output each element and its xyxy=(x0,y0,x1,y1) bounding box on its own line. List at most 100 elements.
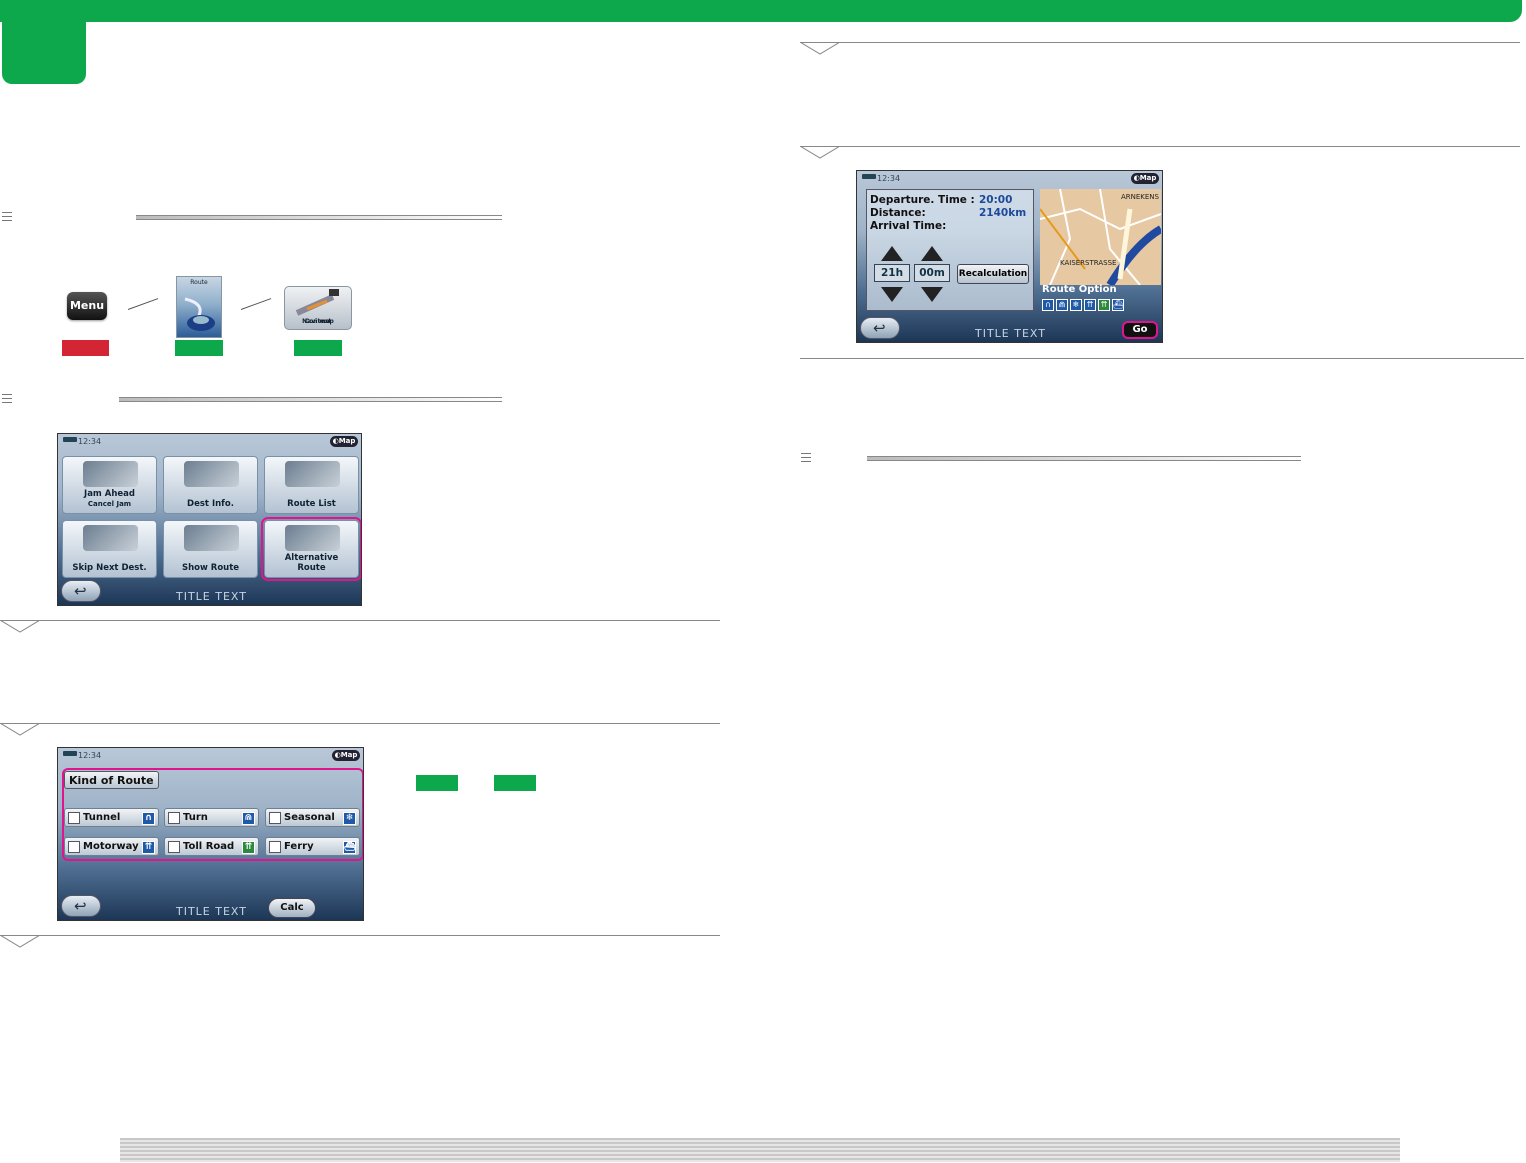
hours-down-arrow[interactable] xyxy=(881,287,903,302)
chevron-down-icon xyxy=(0,620,40,633)
map-flag-icon xyxy=(295,289,339,316)
back-button[interactable] xyxy=(860,317,900,339)
step-rule xyxy=(800,146,1520,147)
map-button[interactable]: ◐Map xyxy=(1131,173,1159,184)
checkbox[interactable] xyxy=(168,841,180,853)
info-flag-icon xyxy=(184,461,239,487)
jam-ahead-button[interactable]: Jam Ahead Cancel Jam xyxy=(62,456,157,514)
navi-label-2: Context xyxy=(304,318,332,325)
step-rule xyxy=(0,620,720,621)
map-button[interactable]: ◐Map xyxy=(332,750,360,761)
route-option-label: Route Option xyxy=(1042,284,1117,295)
ferry-icon: ⛴ xyxy=(343,841,356,854)
tunnel-icon: ∩ xyxy=(142,812,155,825)
list-icon xyxy=(2,394,12,403)
hours-up-arrow[interactable] xyxy=(881,246,903,261)
chevron-down-icon xyxy=(0,723,40,736)
red-marker xyxy=(62,340,109,356)
section-header-menu xyxy=(2,394,502,406)
hours-field[interactable]: 21h xyxy=(874,264,910,282)
motorway-option[interactable]: Motorway ⇈ xyxy=(64,837,159,856)
ferry-option[interactable]: Ferry ⛴ xyxy=(265,837,360,856)
checkbox[interactable] xyxy=(168,812,180,824)
navi-map-context-icon[interactable]: Navi map Context xyxy=(284,286,352,330)
alternative-route-button[interactable]: Alternative Route xyxy=(261,517,361,581)
step-rule xyxy=(800,42,1520,43)
motorway-icon: ⇈ xyxy=(142,841,155,854)
map-button[interactable]: ◐Map xyxy=(330,436,358,447)
battery-icon xyxy=(63,437,77,442)
snowflake-icon: ❄ xyxy=(1070,299,1082,311)
distance-value: 2140km xyxy=(979,207,1027,219)
status-bar: 12:34 xyxy=(58,434,361,448)
kind-of-route-heading: Kind of Route xyxy=(64,771,159,789)
minutes-up-arrow[interactable] xyxy=(921,246,943,261)
map-place-label: ARNEKENS xyxy=(1120,193,1159,201)
turn-icon: ⋒ xyxy=(1056,299,1068,311)
calc-button[interactable]: Calc xyxy=(268,898,316,918)
list-icon xyxy=(801,453,811,462)
departure-value: 20:00 xyxy=(979,194,1013,206)
green-marker xyxy=(294,340,342,356)
menu-button[interactable]: Menu xyxy=(67,292,107,320)
screen-title: TITLE TEXT xyxy=(975,327,1046,340)
checkbox[interactable] xyxy=(269,841,281,853)
screen-title: TITLE TEXT xyxy=(176,905,247,918)
show-route-icon xyxy=(184,525,239,551)
turn-option[interactable]: Turn ⋒ xyxy=(164,808,259,827)
route-option-icons[interactable]: ∩ ⋒ ❄ ⇈ ⇈ ⛴ xyxy=(1042,299,1124,311)
arrow-icon xyxy=(127,298,159,310)
chapter-tab xyxy=(2,0,86,84)
status-bar: 12:34 xyxy=(58,748,363,762)
toll-road-option[interactable]: Toll Road ⇈ xyxy=(164,837,259,856)
step-rule xyxy=(0,935,720,936)
departure-label: Departure. Time : xyxy=(870,194,975,206)
battery-icon xyxy=(63,751,77,756)
section-rule xyxy=(867,456,1301,461)
checkbox[interactable] xyxy=(68,841,80,853)
checkbox[interactable] xyxy=(269,812,281,824)
chevron-down-icon xyxy=(0,935,40,948)
back-button[interactable] xyxy=(61,580,101,602)
list-icon xyxy=(2,212,12,221)
seasonal-option[interactable]: Seasonal ❄ xyxy=(265,808,360,827)
chevron-down-icon xyxy=(800,42,840,55)
section-header-path xyxy=(2,212,502,224)
section-rule xyxy=(119,397,502,402)
green-marker xyxy=(175,340,223,356)
route-map: ARNEKENS KAISERSTRASSE xyxy=(1040,189,1161,285)
go-button[interactable]: Go xyxy=(1122,321,1158,339)
kind-of-route-screen: 12:34 ◐Map Kind of Route Tunnel ∩ Turn ⋒ S… xyxy=(57,747,364,921)
turn-icon: ⋒ xyxy=(242,812,255,825)
car-icon xyxy=(184,297,215,331)
section-rule xyxy=(136,215,502,220)
clock: 12:34 xyxy=(877,174,901,183)
screen-title: TITLE TEXT xyxy=(176,590,247,603)
snowflake-icon: ❄ xyxy=(343,812,356,825)
recalculation-button[interactable]: Recalculation xyxy=(957,264,1029,284)
clock: 12:34 xyxy=(78,751,102,760)
minutes-field[interactable]: 00m xyxy=(914,264,950,282)
route-list-icon xyxy=(285,461,340,487)
skip-next-dest-button[interactable]: Skip Next Dest. xyxy=(62,520,157,578)
section-header-note xyxy=(801,453,1301,465)
checkbox[interactable] xyxy=(68,812,80,824)
footer-bar xyxy=(120,1138,1400,1162)
step-rule xyxy=(0,723,720,724)
clock: 12:34 xyxy=(78,437,102,446)
dest-info-button[interactable]: Dest Info. xyxy=(163,456,258,514)
battery-icon xyxy=(862,174,876,179)
show-route-button[interactable]: Show Route xyxy=(163,520,258,578)
minutes-down-arrow[interactable] xyxy=(921,287,943,302)
distance-label: Distance: xyxy=(870,207,926,219)
route-menu-icon[interactable]: Route xyxy=(176,276,222,338)
route-list-button[interactable]: Route List xyxy=(264,456,359,514)
green-marker xyxy=(416,775,458,791)
tunnel-option[interactable]: Tunnel ∩ xyxy=(64,808,159,827)
top-header-bar xyxy=(0,0,1522,22)
back-button[interactable] xyxy=(61,895,101,917)
alternative-route-icon xyxy=(285,525,340,551)
arrival-label: Arrival Time: xyxy=(870,220,947,232)
map-place-label: KAISERSTRASSE xyxy=(1060,259,1117,267)
tunnel-icon: ∩ xyxy=(1042,299,1054,311)
